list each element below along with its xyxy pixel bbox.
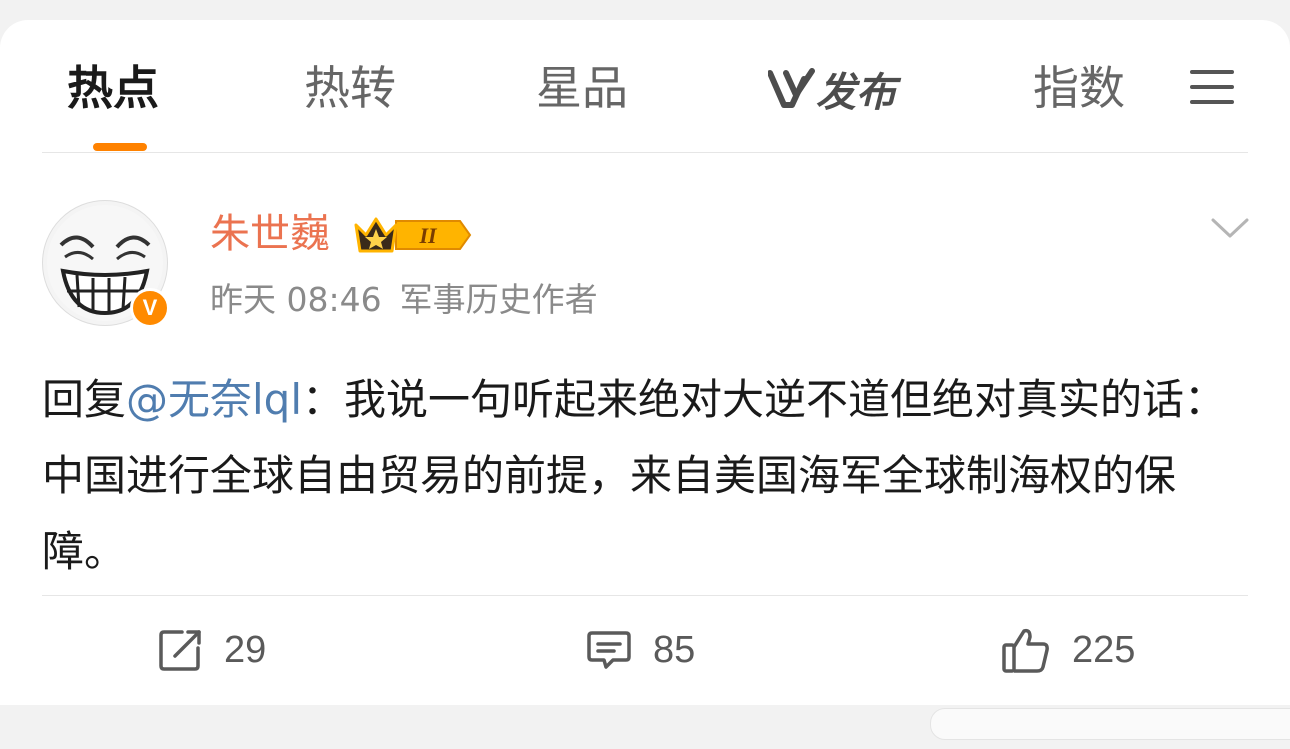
repost-count: 29 — [224, 628, 267, 671]
action-bar: 29 85 225 — [0, 595, 1290, 705]
post-text: 回复@无奈lql：我说一句听起来绝对大逆不道但绝对真实的话：中国进行全球自由贸易… — [42, 362, 1248, 590]
rank-level-text: II — [418, 223, 438, 248]
tab-bar: 热点 热转 星品 发布 指数 — [0, 20, 1290, 153]
tab-v-publish-label: 发布 — [816, 70, 896, 116]
comment-count: 85 — [653, 628, 696, 671]
comment-button[interactable]: 85 — [587, 625, 695, 675]
author-description: 军事历史作者 — [399, 280, 598, 319]
mention-link[interactable]: @无奈lql — [126, 375, 302, 424]
post-time: 昨天 08:46 — [210, 280, 382, 319]
thumbs-up-icon — [1002, 628, 1049, 673]
tab-hot[interactable]: 热点 — [67, 58, 159, 118]
v-logo-icon — [768, 68, 815, 108]
avatar[interactable]: V — [42, 200, 170, 328]
author-name[interactable]: 朱世巍 — [210, 208, 330, 260]
like-count: 225 — [1072, 628, 1136, 671]
chevron-down-icon[interactable] — [1210, 216, 1250, 240]
repost-button[interactable]: 29 — [158, 625, 266, 675]
reply-prefix: 回复 — [42, 375, 127, 424]
tab-star-products[interactable]: 星品 — [536, 58, 628, 118]
repost-icon — [159, 630, 201, 671]
post-meta: 昨天 08:46 军事历史作者 — [210, 278, 598, 322]
like-button[interactable]: 225 — [1002, 625, 1135, 675]
verified-v-icon: V — [130, 288, 170, 328]
tab-divider — [42, 152, 1248, 153]
tab-index[interactable]: 指数 — [1033, 58, 1125, 118]
active-tab-indicator — [93, 143, 147, 151]
tab-hot-repost[interactable]: 热转 — [304, 58, 396, 118]
post-card: 热点 热转 星品 发布 指数 V 朱世巍 II 昨天 08:46 军事历史作者 … — [0, 20, 1290, 705]
tab-v-publish[interactable]: 发布 — [768, 64, 896, 116]
bottom-edge-handle — [930, 708, 1290, 740]
hamburger-icon[interactable] — [1190, 70, 1234, 106]
crown-rank-badge-icon[interactable]: II — [352, 213, 472, 257]
comment-icon — [587, 631, 631, 669]
